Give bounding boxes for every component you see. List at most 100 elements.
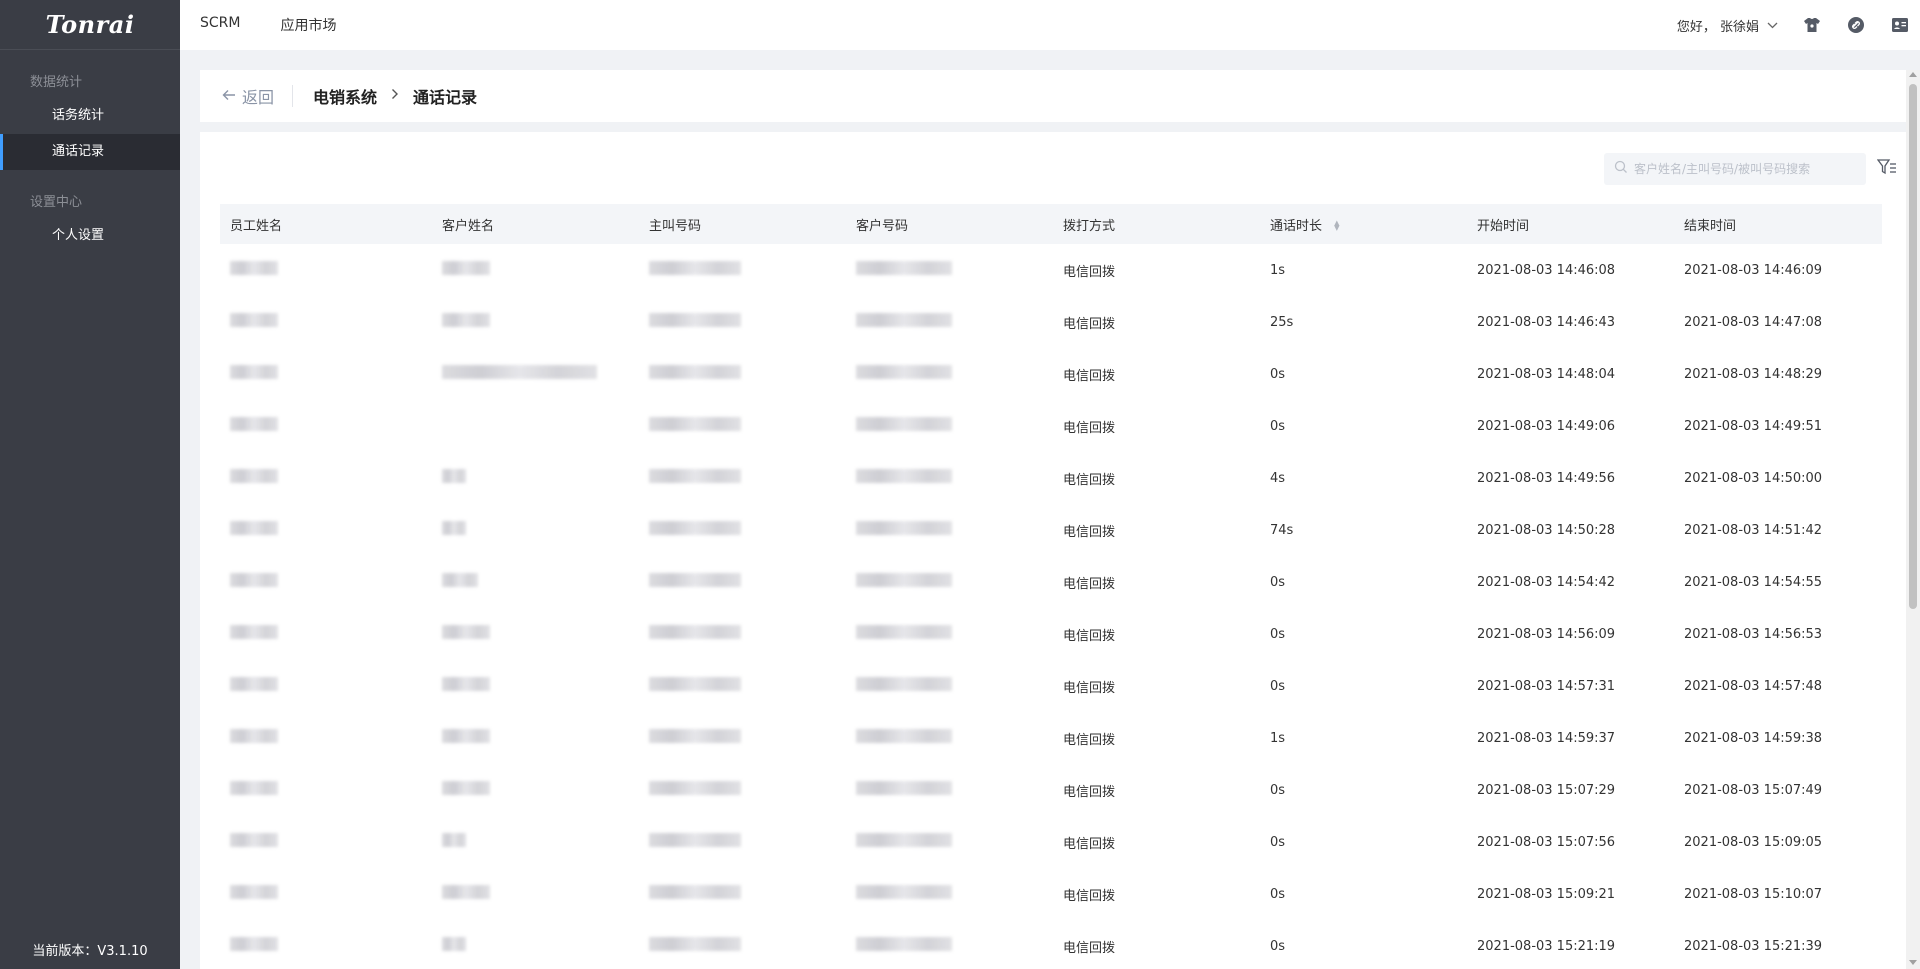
cell-dial-method: 电信回拨 [1063, 732, 1116, 748]
table-body: 电信回拨 1s 2021-08-03 14:46:08 2021-08-03 14:4… [220, 244, 1882, 969]
table-row[interactable]: 电信回拨 0s 2021-08-03 14:57:31 2021-08-03 14:5… [220, 660, 1882, 712]
cell-end-time: 2021-08-03 14:48:29 [1684, 366, 1823, 382]
back-label: 返回 [242, 88, 275, 107]
nav-group-statistics: 数据统计 话务统计 通话记录 [0, 68, 180, 170]
sort-icon[interactable]: ▲ ▼ [1334, 220, 1339, 232]
cell-end-time: 2021-08-03 15:09:05 [1684, 834, 1823, 850]
redacted-customer-number [856, 313, 952, 327]
breadcrumb-item-call-records: 通话记录 [413, 88, 478, 107]
link-icon[interactable] [1846, 15, 1866, 35]
scroll-down-arrow-icon[interactable] [1909, 960, 1917, 965]
redacted-customer-name [442, 937, 466, 951]
cell-duration: 0s [1270, 782, 1286, 798]
top-nav-scrm[interactable]: SCRM [200, 15, 240, 35]
cell-end-time: 2021-08-03 14:51:42 [1684, 522, 1823, 538]
redacted-customer-name [442, 521, 466, 535]
table-row[interactable]: 电信回拨 0s 2021-08-03 15:09:21 2021-08-03 15:1… [220, 868, 1882, 920]
cell-customer-number [848, 573, 1055, 591]
filter-icon[interactable] [1876, 156, 1898, 178]
cell-duration: 0s [1270, 626, 1286, 642]
redacted-employee-name [230, 573, 278, 587]
sidebar-item-call-records[interactable]: 通话记录 [0, 134, 180, 170]
table-row[interactable]: 电信回拨 0s 2021-08-03 14:49:06 2021-08-03 14:4… [220, 400, 1882, 452]
column-header-duration[interactable]: 通话时长 ▲ ▼ [1262, 215, 1469, 234]
main-card: 员工姓名 客户姓名 主叫号码 客户号码 拨打方式 通话时长 ▲▼ 开始时间 结束… [200, 132, 1906, 969]
redacted-customer-name [442, 625, 490, 639]
cell-dial-method: 电信回拨 [1063, 420, 1116, 436]
table-row[interactable]: 电信回拨 0s 2021-08-03 15:21:19 2021-08-03 15:2… [220, 920, 1882, 969]
cell-dial-method: 电信回拨 [1063, 524, 1116, 540]
cell-customer-number [848, 521, 1055, 539]
cell-employee [220, 521, 434, 539]
cell-customer-number [848, 833, 1055, 851]
cell-caller-number [641, 677, 848, 695]
back-button[interactable]: 返回 [222, 85, 294, 107]
cell-customer-name [434, 833, 641, 851]
cell-employee [220, 469, 434, 487]
cell-employee [220, 833, 434, 851]
cell-start-time: 2021-08-03 15:21:19 [1477, 938, 1616, 954]
cell-end-time: 2021-08-03 14:56:53 [1684, 626, 1823, 642]
redacted-caller-number [649, 365, 741, 379]
redacted-employee-name [230, 625, 278, 639]
redacted-caller-number [649, 313, 741, 327]
cell-dial-method: 电信回拨 [1063, 784, 1116, 800]
table-row[interactable]: 电信回拨 25s 2021-08-03 14:46:43 2021-08-03 14:… [220, 296, 1882, 348]
table-row[interactable]: 电信回拨 4s 2021-08-03 14:49:56 2021-08-03 14:5… [220, 452, 1882, 504]
column-header-end-time: 结束时间 [1684, 218, 1737, 234]
cell-start-time: 2021-08-03 14:50:28 [1477, 522, 1616, 538]
table-row[interactable]: 电信回拨 0s 2021-08-03 14:48:04 2021-08-03 14:4… [220, 348, 1882, 400]
table-row[interactable]: 电信回拨 1s 2021-08-03 14:46:08 2021-08-03 14:4… [220, 244, 1882, 296]
cell-caller-number [641, 365, 848, 383]
redacted-caller-number [649, 261, 741, 275]
cell-end-time: 2021-08-03 15:10:07 [1684, 886, 1823, 902]
cell-customer-name [434, 573, 641, 591]
redacted-caller-number [649, 833, 741, 847]
table-row[interactable]: 电信回拨 0s 2021-08-03 15:07:56 2021-08-03 15:0… [220, 816, 1882, 868]
cell-customer-number [848, 677, 1055, 695]
cell-duration: 0s [1270, 678, 1286, 694]
search-input[interactable] [1634, 162, 1854, 176]
sidebar-item-traffic-stats[interactable]: 话务统计 [0, 98, 180, 134]
redacted-customer-name [442, 573, 478, 587]
cell-end-time: 2021-08-03 14:47:08 [1684, 314, 1823, 330]
column-header-dial-method: 拨打方式 [1063, 218, 1116, 234]
redacted-employee-name [230, 677, 278, 691]
redacted-caller-number [649, 573, 741, 587]
redacted-employee-name [230, 885, 278, 899]
cell-customer-name [434, 261, 641, 279]
nav-group-title: 设置中心 [30, 195, 83, 210]
cell-caller-number [641, 313, 848, 331]
cell-duration: 0s [1270, 574, 1286, 590]
table-row[interactable]: 电信回拨 0s 2021-08-03 14:54:42 2021-08-03 14:5… [220, 556, 1882, 608]
cell-customer-number [848, 417, 1055, 435]
cell-employee [220, 261, 434, 279]
redacted-customer-name [442, 261, 490, 275]
scrollbar-thumb[interactable] [1909, 84, 1917, 609]
cell-start-time: 2021-08-03 14:49:56 [1477, 470, 1616, 486]
contact-card-icon[interactable] [1890, 15, 1910, 35]
search-box[interactable] [1604, 153, 1866, 185]
table-row[interactable]: 电信回拨 74s 2021-08-03 14:50:28 2021-08-03 14:… [220, 504, 1882, 556]
page-scrollbar[interactable] [1906, 70, 1920, 969]
cell-dial-method: 电信回拨 [1063, 940, 1116, 956]
cell-end-time: 2021-08-03 14:57:48 [1684, 678, 1823, 694]
redacted-caller-number [649, 625, 741, 639]
logo[interactable]: Tonrai [0, 0, 180, 50]
table-row[interactable]: 电信回拨 1s 2021-08-03 14:59:37 2021-08-03 14:5… [220, 712, 1882, 764]
tshirt-icon[interactable] [1802, 15, 1822, 35]
top-nav-app-market[interactable]: 应用市场 [280, 15, 336, 35]
cell-customer-name [434, 625, 641, 643]
user-menu[interactable]: 您好， 张徐娟 [1677, 16, 1778, 35]
column-header-duration-label: 通话时长 [1270, 218, 1323, 234]
breadcrumb-item-telesales[interactable]: 电销系统 [313, 84, 377, 108]
cell-duration: 0s [1270, 938, 1286, 954]
cell-duration: 4s [1270, 470, 1286, 486]
redacted-customer-number [856, 729, 952, 743]
scroll-up-arrow-icon[interactable] [1909, 72, 1917, 77]
cell-caller-number [641, 781, 848, 799]
cell-customer-number [848, 469, 1055, 487]
sidebar-item-personal-settings[interactable]: 个人设置 [0, 218, 180, 254]
table-row[interactable]: 电信回拨 0s 2021-08-03 14:56:09 2021-08-03 14:5… [220, 608, 1882, 660]
table-row[interactable]: 电信回拨 0s 2021-08-03 15:07:29 2021-08-03 15:0… [220, 764, 1882, 816]
